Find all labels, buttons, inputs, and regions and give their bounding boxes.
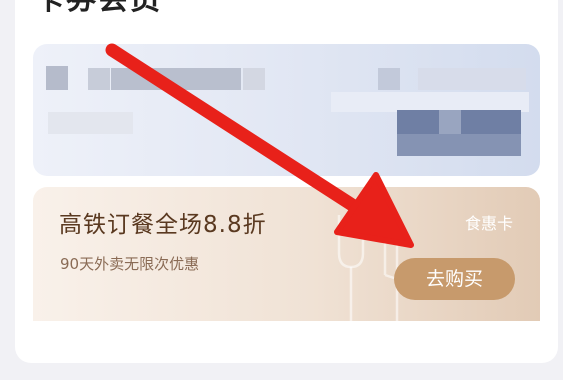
section-title: 卡券会员 bbox=[34, 0, 162, 22]
blurred-content bbox=[439, 110, 461, 134]
food-discount-card[interactable]: 高铁订餐全场8.8折 90天外卖无限次优惠 食惠卡 去购买 bbox=[33, 187, 540, 321]
blurred-content bbox=[48, 112, 133, 134]
buy-button[interactable]: 去购买 bbox=[394, 258, 515, 300]
blurred-content bbox=[111, 68, 241, 90]
promo-subtitle: 90天外卖无限次优惠 bbox=[60, 255, 200, 273]
blurred-content bbox=[378, 68, 400, 90]
blurred-membership-card[interactable] bbox=[33, 44, 540, 176]
blurred-content bbox=[46, 66, 68, 90]
promo-title: 高铁订餐全场8.8折 bbox=[59, 212, 267, 238]
blurred-content bbox=[88, 68, 110, 90]
blurred-content bbox=[331, 92, 529, 112]
blurred-content bbox=[243, 68, 265, 90]
card-type-tag: 食惠卡 bbox=[464, 214, 513, 233]
blurred-content bbox=[418, 68, 526, 90]
blurred-content bbox=[397, 134, 521, 156]
